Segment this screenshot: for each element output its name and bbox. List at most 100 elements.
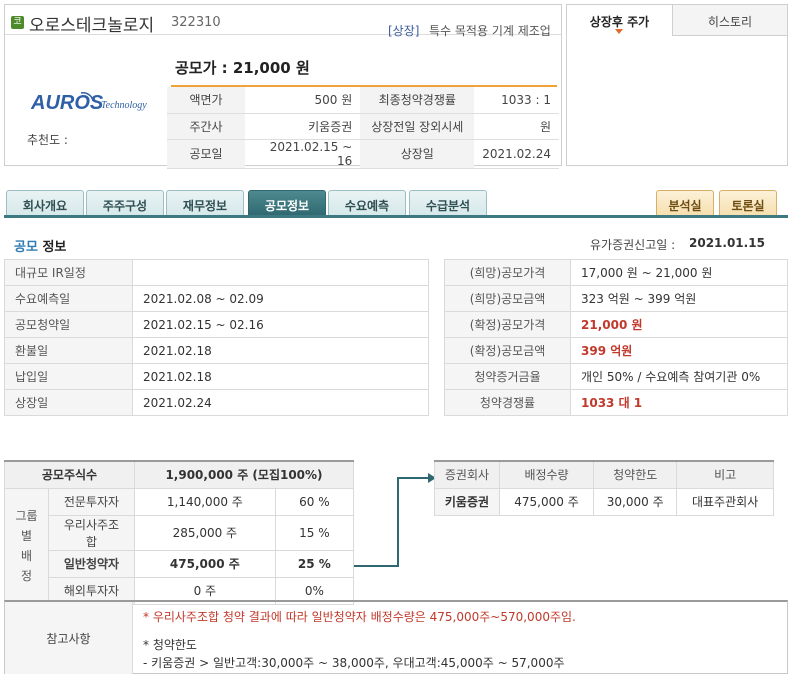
table-row: 키움증권 475,000 주 30,000 주 대표주관회사	[434, 487, 774, 516]
total-shares-value: 1,900,000 주 (모집100%)	[134, 460, 354, 489]
lead-manager-value: 키움증권	[245, 113, 361, 140]
desired-amount-label: (희망)공모금액	[444, 285, 571, 312]
offer-date-value: 2021.02.15 ~ 16	[245, 139, 361, 169]
final-competition-label: 최종청약경쟁률	[360, 87, 475, 114]
note-limit-detail: - 키움증권 > 일반고객:30,000주 ~ 38,000주, 우대고객:45…	[143, 656, 565, 670]
table-row: 일반청약자 475,000 주 25 %	[5, 549, 355, 578]
employee-pct: 15 %	[274, 514, 355, 551]
subscription-date-value: 2021.02.15 ~ 02.16	[132, 311, 429, 338]
payment-date-label: 납입일	[4, 363, 133, 390]
final-amount-label: (확정)공모금액	[444, 337, 571, 364]
tab-financials[interactable]: 재무정보	[166, 190, 244, 216]
section-title-accent: 공모	[14, 240, 38, 255]
desired-price-value: 17,000 원 ~ 21,000 원	[570, 259, 788, 286]
refund-date-value: 2021.02.18	[132, 337, 429, 364]
broker-allocated: 475,000 주	[498, 487, 595, 516]
pricing-table: (희망)공모가격 17,000 원 ~ 21,000 원 (희망)공모금액 323 …	[444, 259, 788, 416]
deposit-rate-value: 개인 50% / 수요예측 참여기관 0%	[570, 363, 788, 390]
col-remarks: 비고	[676, 460, 774, 489]
company-header: 코 오로스테크놀로지 322310 [상장] 특수 목적용 기계 제조업 공모가…	[4, 4, 562, 169]
table-row: 납입일 2021.02.18	[4, 363, 429, 390]
group-label-line-1: 그룹별	[15, 509, 38, 543]
section-title-rest: 정보	[37, 240, 67, 255]
table-row: 환불일 2021.02.18	[4, 337, 429, 364]
table-row: 주간사 키움증권 상장전일 장외시세 원	[167, 113, 559, 140]
price-history-panel: 상장후 주가 히스토리	[566, 4, 788, 166]
retail-pct: 25 %	[274, 549, 355, 578]
total-shares-label: 공모주식수	[4, 460, 135, 489]
company-code: 322310	[171, 15, 221, 30]
employee-shares: 285,000 주	[134, 514, 276, 551]
filing-date-label: 유가증권신고일 :	[590, 238, 676, 252]
table-row: 우리사주조합 285,000 주 15 %	[5, 514, 355, 551]
ir-date-label: 대규모 IR일정	[4, 259, 133, 286]
broker-remarks: 대표주관회사	[676, 487, 774, 516]
table-row: 수요예측일 2021.02.08 ~ 02.09	[4, 285, 429, 312]
retail-label: 일반청약자	[48, 549, 135, 578]
ir-date-value	[132, 259, 429, 286]
tab-analysis-room[interactable]: 분석실	[656, 190, 714, 216]
institutional-label: 전문투자자	[48, 487, 135, 516]
broker-limit: 30,000 주	[593, 487, 678, 516]
tab-history[interactable]: 히스토리	[673, 5, 787, 36]
tab-supply-analysis[interactable]: 수급분석	[409, 190, 487, 216]
listing-date-label: 상장일	[4, 389, 133, 416]
col-broker: 증권회사	[434, 460, 500, 489]
section-title: 공모 정보	[14, 236, 66, 255]
tab-discussion-room[interactable]: 토론실	[719, 190, 777, 216]
face-value: 500 원	[245, 87, 361, 114]
company-logo: AUROS Technology	[31, 92, 147, 114]
col-allocated: 배정수량	[498, 460, 595, 489]
note-limit-heading: * 청약한도	[143, 638, 197, 652]
final-competition-value: 1033 : 1	[474, 87, 559, 114]
col-limit: 청약한도	[593, 460, 678, 489]
table-row: (확정)공모금액 399 억원	[444, 337, 788, 364]
title-bar: 코 오로스테크놀로지 322310 [상장] 특수 목적용 기계 제조업	[5, 5, 561, 38]
filing-date: 2021.01.15	[689, 236, 765, 250]
competition-rate-label: 청약경쟁률	[444, 389, 571, 416]
offer-price-heading: 공모가 : 21,000 원	[175, 59, 310, 77]
table-row: 공모청약일 2021.02.15 ~ 02.16	[4, 311, 429, 338]
underwriter-table: 증권회사 배정수량 청약한도 비고 키움증권 475,000 주 30,000 …	[434, 460, 774, 516]
tab-underline	[4, 215, 788, 218]
table-row: 청약경쟁률 1033 대 1	[444, 389, 788, 416]
desired-amount-value: 323 억원 ~ 399 억원	[570, 285, 788, 312]
institutional-pct: 60 %	[274, 487, 355, 516]
otc-price-label: 상장전일 장외시세	[360, 113, 475, 140]
subscription-date-label: 공모청약일	[4, 311, 133, 338]
notes-box: 참고사항 * 우리사주조합 청약 결과에 따라 일반청약자 배정수량은 475,…	[4, 600, 788, 674]
connector-arrow-icon	[354, 473, 436, 567]
table-row: (희망)공모가격 17,000 원 ~ 21,000 원	[444, 259, 788, 286]
listing-tag: [상장]	[388, 24, 420, 38]
recommend-label: 추천도 :	[27, 133, 68, 147]
tab-demand-forecast[interactable]: 수요예측	[328, 190, 406, 216]
company-name: 오로스테크놀로지	[29, 16, 155, 36]
table-row: 대규모 IR일정	[4, 259, 429, 286]
table-row: 공모일 2021.02.15 ~ 16 상장일 2021.02.24	[167, 139, 559, 169]
active-tab-arrow-icon	[615, 29, 623, 34]
deposit-rate-label: 청약증거금율	[444, 363, 571, 390]
schedule-table: 대규모 IR일정 수요예측일 2021.02.08 ~ 02.09 공모청약일 20…	[4, 259, 429, 416]
final-price-value: 21,000 원	[570, 311, 788, 338]
competition-rate-value: 1033 대 1	[570, 389, 788, 416]
tab-shareholders[interactable]: 주주구성	[86, 190, 164, 216]
table-row: 증권회사 배정수량 청약한도 비고	[434, 460, 774, 489]
forecast-date-label: 수요예측일	[4, 285, 133, 312]
logo-wordmark: AUROS	[31, 92, 104, 114]
forecast-date-value: 2021.02.08 ~ 02.09	[132, 285, 429, 312]
tab-company-overview[interactable]: 회사개요	[6, 190, 84, 216]
final-price-label: (확정)공모가격	[444, 311, 571, 338]
offer-date-label: 공모일	[167, 139, 245, 169]
final-amount-value: 399 억원	[570, 337, 788, 364]
summary-table: 액면가 500 원 최종청약경쟁률 1033 : 1 주간사 키움증권 상장전일…	[167, 87, 559, 169]
lead-manager-label: 주간사	[167, 113, 245, 140]
institutional-shares: 1,140,000 주	[134, 487, 276, 516]
table-row: (희망)공모금액 323 억원 ~ 399 억원	[444, 285, 788, 312]
logo-subtext: Technology	[101, 100, 147, 111]
group-allocation-label: 그룹별 배 정	[4, 487, 49, 605]
listing-date-value: 2021.02.24	[132, 389, 429, 416]
tab-ipo-info[interactable]: 공모정보	[248, 190, 326, 216]
table-row: 그룹별 배 정 전문투자자 1,140,000 주 60 %	[4, 487, 355, 605]
payment-date-value: 2021.02.18	[132, 363, 429, 390]
otc-price-value: 원	[474, 113, 559, 140]
